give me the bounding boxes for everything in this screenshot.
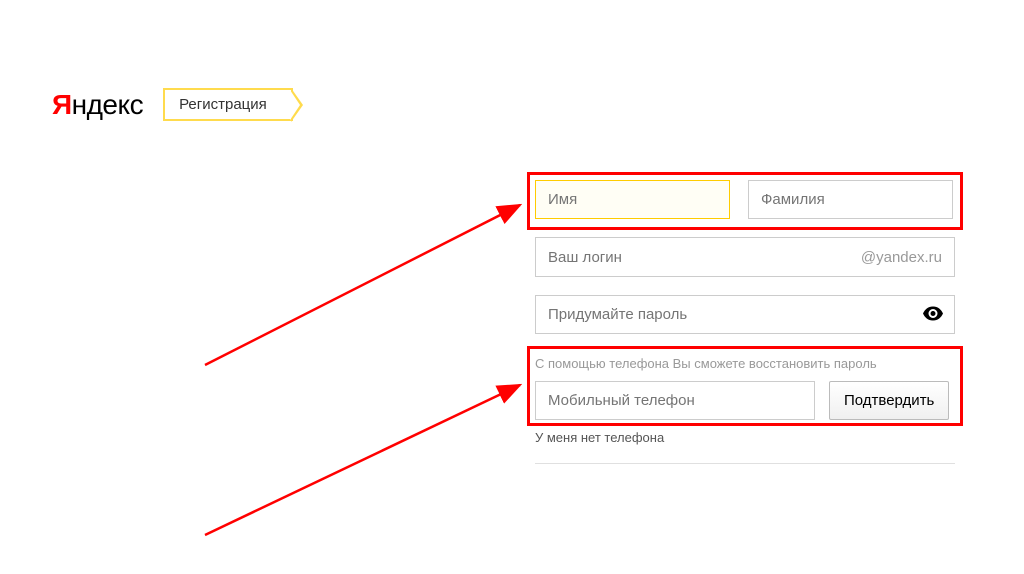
last-name-input[interactable] [748, 180, 953, 219]
password-input[interactable] [535, 295, 955, 334]
arrow-annotation-2 [195, 375, 535, 545]
logo-letter: Я [52, 89, 72, 120]
phone-input[interactable] [535, 381, 815, 420]
registration-badge: Регистрация [163, 88, 293, 121]
login-input[interactable] [536, 239, 861, 276]
arrow-annotation-1 [195, 195, 535, 375]
yandex-logo: Яндекс [52, 89, 143, 121]
login-suffix: @yandex.ru [861, 249, 954, 266]
page-header: Яндекс Регистрация [52, 88, 293, 121]
form-divider [535, 463, 955, 464]
no-phone-link[interactable]: У меня нет телефона [535, 430, 955, 445]
login-row: @yandex.ru [535, 237, 955, 277]
logo-text: ндекс [72, 89, 143, 120]
confirm-button[interactable]: Подтвердить [829, 381, 949, 420]
phone-hint-text: С помощью телефона Вы сможете восстанови… [535, 356, 955, 371]
name-row [535, 180, 955, 219]
phone-row: Подтвердить [535, 381, 955, 420]
registration-form: @yandex.ru С помощью телефона Вы сможете… [535, 180, 955, 464]
password-row [535, 295, 955, 334]
first-name-input[interactable] [535, 180, 730, 219]
eye-icon[interactable] [923, 304, 943, 325]
